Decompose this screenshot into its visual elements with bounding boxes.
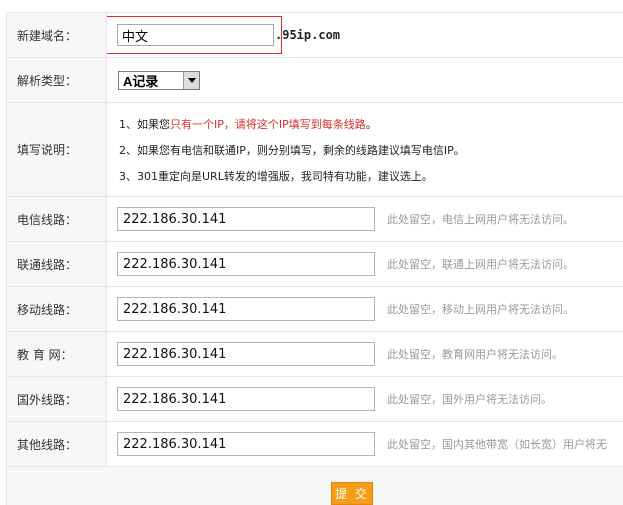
line-label: 教 育 网： — [6, 332, 107, 376]
instructions-label: 填写说明： — [6, 103, 107, 196]
record-type-row: 解析类型： A记录 — [6, 58, 623, 103]
dns-record-form: 新建域名： .95ip.com 解析类型： A记录 填写说明： 1、如果您只有一… — [6, 12, 623, 505]
line-row-overseas: 国外线路： 此处留空，国外用户将无法访问。 — [6, 377, 623, 422]
line-hint: 此处留空，国外用户将无法访问。 — [387, 393, 552, 406]
record-type-select[interactable]: A记录 — [118, 70, 200, 90]
instructions-list: 1、如果您只有一个IP，请将这个IP填写到每条线路。 2、如果您有电信和联通IP… — [117, 116, 465, 184]
line-hint: 此处留空，教育网用户将无法访问。 — [387, 348, 563, 361]
domain-row: 新建域名： .95ip.com — [6, 13, 623, 58]
line-row-telecom: 电信线路： 此处留空，电信上网用户将无法访问。 — [6, 197, 623, 242]
submit-button[interactable]: 提 交 — [331, 481, 373, 505]
line-row-unicom: 联通线路： 此处留空，联通上网用户将无法访问。 — [6, 242, 623, 287]
chevron-down-icon[interactable] — [183, 71, 199, 89]
line-row-education: 教 育 网： 此处留空，教育网用户将无法访问。 — [6, 332, 623, 377]
submit-row: 提 交 — [6, 467, 623, 505]
line-hint: 此处留空，联通上网用户将无法访问。 — [387, 258, 574, 271]
line-label: 国外线路： — [6, 377, 107, 421]
domain-suffix: .95ip.com — [275, 28, 341, 42]
instruction-line-2: 2、如果您有电信和联通IP，则分别填写，剩余的线路建议填写电信IP。 — [119, 143, 465, 157]
unicom-ip-input[interactable] — [117, 252, 375, 276]
mobile-ip-input[interactable] — [117, 297, 375, 321]
line-hint: 此处留空，移动上网用户将无法访问。 — [387, 303, 574, 316]
other-ip-input[interactable] — [117, 432, 375, 456]
domain-label: 新建域名： — [6, 13, 107, 57]
line-label: 移动线路： — [6, 287, 107, 331]
domain-name-input[interactable] — [117, 24, 274, 46]
overseas-ip-input[interactable] — [117, 387, 375, 411]
line-hint: 此处留空，电信上网用户将无法访问。 — [387, 213, 574, 226]
line-row-other: 其他线路： 此处留空，国内其他带宽（如长宽）用户将无 — [6, 422, 623, 467]
line-label: 联通线路： — [6, 242, 107, 286]
telecom-ip-input[interactable] — [117, 207, 375, 231]
instruction-line-1: 1、如果您只有一个IP，请将这个IP填写到每条线路。 — [119, 117, 377, 131]
instruction-highlight: 只有一个IP，请将这个IP填写到每条线路 — [170, 117, 366, 131]
record-type-label: 解析类型： — [6, 58, 107, 102]
line-hint: 此处留空，国内其他带宽（如长宽）用户将无 — [387, 438, 607, 451]
line-row-mobile: 移动线路： 此处留空，移动上网用户将无法访问。 — [6, 287, 623, 332]
education-ip-input[interactable] — [117, 342, 375, 366]
line-label: 电信线路： — [6, 197, 107, 241]
instruction-line-3: 3、301重定向是URL转发的增强版，我司特有功能，建议选上。 — [119, 169, 433, 183]
record-type-selected: A记录 — [123, 73, 159, 89]
line-label: 其他线路： — [6, 422, 107, 466]
instructions-row: 填写说明： 1、如果您只有一个IP，请将这个IP填写到每条线路。 2、如果您有电… — [6, 103, 623, 197]
